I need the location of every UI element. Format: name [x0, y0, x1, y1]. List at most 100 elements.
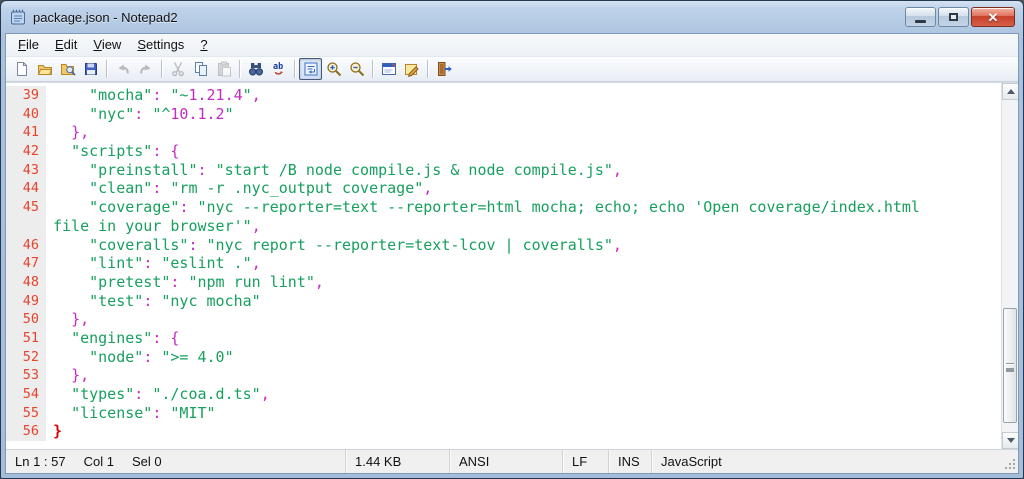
- code-line[interactable]: 53 },: [6, 366, 1001, 385]
- minimize-icon: [915, 20, 926, 23]
- code-text: "clean": "rm -r .nyc_output coverage",: [46, 179, 432, 198]
- encoding-cell[interactable]: ANSI: [450, 450, 563, 473]
- toolbar: ab: [6, 56, 1018, 82]
- syntax-scheme-cell[interactable]: JavaScript: [652, 450, 1018, 473]
- file-size-cell: 1.44 KB: [346, 450, 450, 473]
- line-number[interactable]: 51: [6, 329, 46, 348]
- line-number[interactable]: [6, 217, 46, 236]
- menu-item-settings[interactable]: Settings: [129, 35, 192, 55]
- code-line[interactable]: 40 "nyc": "^10.1.2": [6, 105, 1001, 124]
- title-bar[interactable]: package.json - Notepad2 ✕: [1, 1, 1023, 33]
- browse-files-icon: [60, 61, 76, 77]
- code-line[interactable]: 52 "node": ">= 4.0": [6, 348, 1001, 367]
- replace-button[interactable]: ab: [267, 58, 290, 80]
- line-number[interactable]: 55: [6, 404, 46, 423]
- exit-button[interactable]: [432, 58, 455, 80]
- toolbar-separator: [427, 60, 428, 78]
- line-number[interactable]: 48: [6, 273, 46, 292]
- open-file-button[interactable]: [33, 58, 56, 80]
- minimize-button[interactable]: [905, 7, 936, 27]
- code-line[interactable]: 56}: [6, 422, 1001, 441]
- insert-mode-cell[interactable]: INS: [609, 450, 652, 473]
- client-area: FileEditViewSettings? ab 39 "mocha": "~1…: [5, 33, 1019, 474]
- resize-grip[interactable]: [1003, 458, 1016, 471]
- code-text: "coveralls": "nyc report --reporter=text…: [46, 236, 622, 255]
- code-line[interactable]: 51 "engines": {: [6, 329, 1001, 348]
- code-line[interactable]: 47 "lint": "eslint .",: [6, 254, 1001, 273]
- code-text: "nyc": "^10.1.2": [46, 105, 234, 124]
- scheme-config-button[interactable]: [377, 58, 400, 80]
- save-file-button[interactable]: [79, 58, 102, 80]
- scrollbar-thumb[interactable]: [1003, 308, 1017, 423]
- code-line[interactable]: 46 "coveralls": "nyc report --reporter=t…: [6, 236, 1001, 255]
- line-number[interactable]: 52: [6, 348, 46, 367]
- restore-button[interactable]: [938, 7, 969, 27]
- caret-position-cell[interactable]: Ln 1 : 57 Col 1 Sel 0: [6, 450, 346, 473]
- word-wrap-button[interactable]: [299, 58, 322, 80]
- paste-icon: [216, 61, 232, 77]
- code-line[interactable]: 43 "preinstall": "start /B node compile.…: [6, 161, 1001, 180]
- code-text: "mocha": "~1.21.4",: [46, 86, 261, 105]
- code-text: "types": "./coa.d.ts",: [46, 385, 270, 404]
- scroll-up-button[interactable]: [1002, 83, 1018, 100]
- line-number[interactable]: 50: [6, 310, 46, 329]
- code-line[interactable]: 39 "mocha": "~1.21.4",: [6, 86, 1001, 105]
- menu-item-view[interactable]: View: [85, 35, 129, 55]
- line-number[interactable]: 44: [6, 179, 46, 198]
- cut-icon: [170, 61, 186, 77]
- scheme-config-icon: [381, 61, 397, 77]
- code-line[interactable]: 48 "pretest": "npm run lint",: [6, 273, 1001, 292]
- paste-button: [212, 58, 235, 80]
- code-line[interactable]: 54 "types": "./coa.d.ts",: [6, 385, 1001, 404]
- code-text: "license": "MIT": [46, 404, 216, 423]
- zoom-out-icon: [349, 61, 365, 77]
- line-number[interactable]: 53: [6, 366, 46, 385]
- line-number[interactable]: 43: [6, 161, 46, 180]
- code-line[interactable]: 44 "clean": "rm -r .nyc_output coverage"…: [6, 179, 1001, 198]
- line-number[interactable]: 45: [6, 198, 46, 217]
- code-text: "coverage": "nyc --reporter=text --repor…: [46, 198, 920, 217]
- find-button[interactable]: [244, 58, 267, 80]
- save-file-icon: [83, 61, 99, 77]
- line-number[interactable]: 42: [6, 142, 46, 161]
- code-text: file in your browser'",: [46, 217, 261, 236]
- menu-item-file[interactable]: File: [10, 35, 47, 55]
- line-number[interactable]: 39: [6, 86, 46, 105]
- new-file-button[interactable]: [10, 58, 33, 80]
- customize-schemes-button[interactable]: [400, 58, 423, 80]
- copy-icon: [193, 61, 209, 77]
- svg-text:ab: ab: [273, 62, 283, 72]
- menu-item-edit[interactable]: Edit: [47, 35, 85, 55]
- line-number[interactable]: 41: [6, 123, 46, 142]
- close-button[interactable]: ✕: [971, 7, 1015, 27]
- code-line[interactable]: 55 "license": "MIT": [6, 404, 1001, 423]
- toolbar-separator: [106, 60, 107, 78]
- code-line[interactable]: file in your browser'",: [6, 217, 1001, 236]
- line-number[interactable]: 54: [6, 385, 46, 404]
- line-number[interactable]: 47: [6, 254, 46, 273]
- copy-button[interactable]: [189, 58, 212, 80]
- redo-icon: [138, 61, 154, 77]
- menu-item-help[interactable]: ?: [192, 35, 215, 55]
- zoom-out-button[interactable]: [345, 58, 368, 80]
- code-line[interactable]: 42 "scripts": {: [6, 142, 1001, 161]
- code-line[interactable]: 49 "test": "nyc mocha": [6, 292, 1001, 311]
- scroll-down-button[interactable]: [1002, 432, 1018, 449]
- browse-files-button[interactable]: [56, 58, 79, 80]
- zoom-in-button[interactable]: [322, 58, 345, 80]
- line-number[interactable]: 40: [6, 105, 46, 124]
- line-number[interactable]: 46: [6, 236, 46, 255]
- code-line[interactable]: 41 },: [6, 123, 1001, 142]
- arrow-down-icon: [1007, 438, 1015, 443]
- line-number[interactable]: 49: [6, 292, 46, 311]
- editor-lines[interactable]: 39 "mocha": "~1.21.4",40 "nyc": "^10.1.2…: [6, 86, 1001, 449]
- code-line[interactable]: 45 "coverage": "nyc --reporter=text --re…: [6, 198, 1001, 217]
- line-number[interactable]: 56: [6, 422, 46, 441]
- line-ending-cell[interactable]: LF: [563, 450, 609, 473]
- find-icon: [248, 61, 264, 77]
- vertical-scrollbar[interactable]: [1001, 83, 1018, 449]
- toolbar-separator: [294, 60, 295, 78]
- code-text: "pretest": "npm run lint",: [46, 273, 324, 292]
- text-editor[interactable]: 39 "mocha": "~1.21.4",40 "nyc": "^10.1.2…: [6, 82, 1018, 449]
- code-line[interactable]: 50 },: [6, 310, 1001, 329]
